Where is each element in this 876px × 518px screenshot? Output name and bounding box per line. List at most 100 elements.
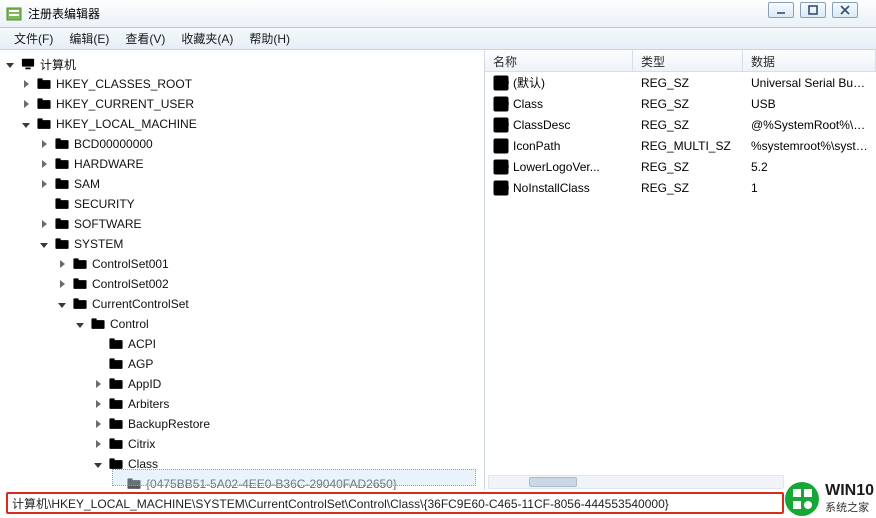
value-name: ClassDesc [513,118,570,132]
menu-help[interactable]: 帮助(H) [241,28,298,49]
value-row[interactable]: NoInstallClassREG_SZ1 [485,177,876,198]
expander-icon[interactable] [56,258,68,270]
menu-favorites[interactable]: 收藏夹(A) [173,28,241,49]
expander-icon[interactable] [56,278,68,290]
expander-icon[interactable] [20,98,32,110]
folder-icon [108,457,124,471]
folder-icon [36,77,52,91]
close-button[interactable] [832,2,858,18]
folder-icon [54,237,70,251]
value-type: REG_SZ [633,76,743,90]
folder-icon [108,357,124,371]
value-data: @%SystemRoot%\Syste [743,118,876,132]
tree-guid[interactable]: {0475BB51-5A02-4EE0-B36C-29040FAD2650} [4,474,484,490]
tree-root[interactable]: 计算机 [4,54,484,74]
tree-cs001[interactable]: ControlSet001 [4,254,484,274]
value-type: REG_SZ [633,181,743,195]
tree-pane[interactable]: 计算机 HKEY_CLASSES_ROOT HKEY_CURRENT_USER … [0,50,485,490]
value-row[interactable]: ClassREG_SZUSB [485,93,876,114]
tree-security[interactable]: SECURITY [4,194,484,214]
tree-system[interactable]: SYSTEM [4,234,484,254]
horizontal-scrollbar[interactable] [488,474,784,490]
folder-icon [108,337,124,351]
col-type[interactable]: 类型 [633,50,743,71]
menu-file[interactable]: 文件(F) [6,28,61,49]
value-row[interactable]: (默认)REG_SZUniversal Serial Bus co [485,72,876,93]
col-data[interactable]: 数据 [743,50,876,71]
folder-icon [72,297,88,311]
tree-backuprestore[interactable]: BackupRestore [4,414,484,434]
value-row[interactable]: IconPath REG_MULTI_SZ%systemroot%\system3 [485,135,876,156]
folder-icon [90,317,106,331]
tree-cs002[interactable]: ControlSet002 [4,274,484,294]
window-controls [768,2,858,18]
tree-software[interactable]: SOFTWARE [4,214,484,234]
string-icon [493,75,509,91]
expander-icon[interactable] [92,398,104,410]
value-row[interactable]: ClassDesc REG_SZ@%SystemRoot%\Syste [485,114,876,135]
expander-icon[interactable] [92,438,104,450]
expander-icon[interactable] [20,78,32,90]
expander-icon[interactable] [20,118,32,130]
expander-icon[interactable] [38,218,50,230]
tree-sam[interactable]: SAM [4,174,484,194]
value-name: IconPath [513,139,560,153]
status-bar: 计算机\HKEY_LOCAL_MACHINE\SYSTEM\CurrentCon… [6,492,784,514]
menu-view[interactable]: 查看(V) [117,28,173,49]
folder-icon [36,117,52,131]
tree-bcd[interactable]: BCD00000000 [4,134,484,154]
folder-icon [54,177,70,191]
value-type: REG_SZ [633,118,743,132]
expander-spacer [92,358,104,370]
maximize-button[interactable] [800,2,826,18]
value-name: NoInstallClass [513,181,590,195]
expander-icon[interactable] [56,298,68,310]
tree-acpi[interactable]: ACPI [4,334,484,354]
window-title: 注册表编辑器 [28,5,100,22]
tree-hkcr[interactable]: HKEY_CLASSES_ROOT [4,74,484,94]
tree-agp[interactable]: AGP [4,354,484,374]
tree-hardware[interactable]: HARDWARE [4,154,484,174]
folder-icon [126,477,142,490]
tree-control[interactable]: Control [4,314,484,334]
expander-icon[interactable] [92,458,104,470]
expander-icon[interactable] [74,318,86,330]
tree-class[interactable]: Class [4,454,484,474]
col-name[interactable]: 名称 [485,50,633,71]
expander-icon[interactable] [38,138,50,150]
expander-icon[interactable] [38,238,50,250]
values-pane[interactable]: 名称 类型 数据 (默认)REG_SZUniversal Serial Bus … [485,50,876,490]
tree-citrix[interactable]: Citrix [4,434,484,454]
app-icon [6,6,22,22]
folder-icon [108,417,124,431]
tree-hklm[interactable]: HKEY_LOCAL_MACHINE [4,114,484,134]
watermark-logo-icon [785,482,819,516]
tree-hkcu[interactable]: HKEY_CURRENT_USER [4,94,484,114]
menu-edit[interactable]: 编辑(E) [61,28,117,49]
expander-spacer [38,198,50,210]
value-name: (默认) [513,74,545,91]
tree-arbiters[interactable]: Arbiters [4,394,484,414]
expander-icon[interactable] [4,58,16,70]
folder-icon [72,277,88,291]
folder-icon [54,157,70,171]
minimize-button[interactable] [768,2,794,18]
folder-icon [72,257,88,271]
expander-icon[interactable] [38,158,50,170]
tree-currentcontrolset[interactable]: CurrentControlSet [4,294,484,314]
string-icon [493,159,509,175]
current-path: 计算机\HKEY_LOCAL_MACHINE\SYSTEM\CurrentCon… [6,492,784,514]
expander-icon[interactable] [92,378,104,390]
watermark-title: WIN10 [825,483,874,499]
folder-icon [36,97,52,111]
value-row[interactable]: LowerLogoVer...REG_SZ5.2 [485,156,876,177]
menu-bar: 文件(F) 编辑(E) 查看(V) 收藏夹(A) 帮助(H) [0,28,876,50]
watermark-subtitle: 系统之家 [825,499,874,515]
expander-icon[interactable] [38,178,50,190]
expander-icon[interactable] [92,418,104,430]
tree-appid[interactable]: AppID [4,374,484,394]
value-type: REG_MULTI_SZ [633,139,743,153]
watermark: WIN10 系统之家 [785,482,874,516]
value-data: 5.2 [743,160,876,174]
value-data: %systemroot%\system3 [743,139,876,153]
